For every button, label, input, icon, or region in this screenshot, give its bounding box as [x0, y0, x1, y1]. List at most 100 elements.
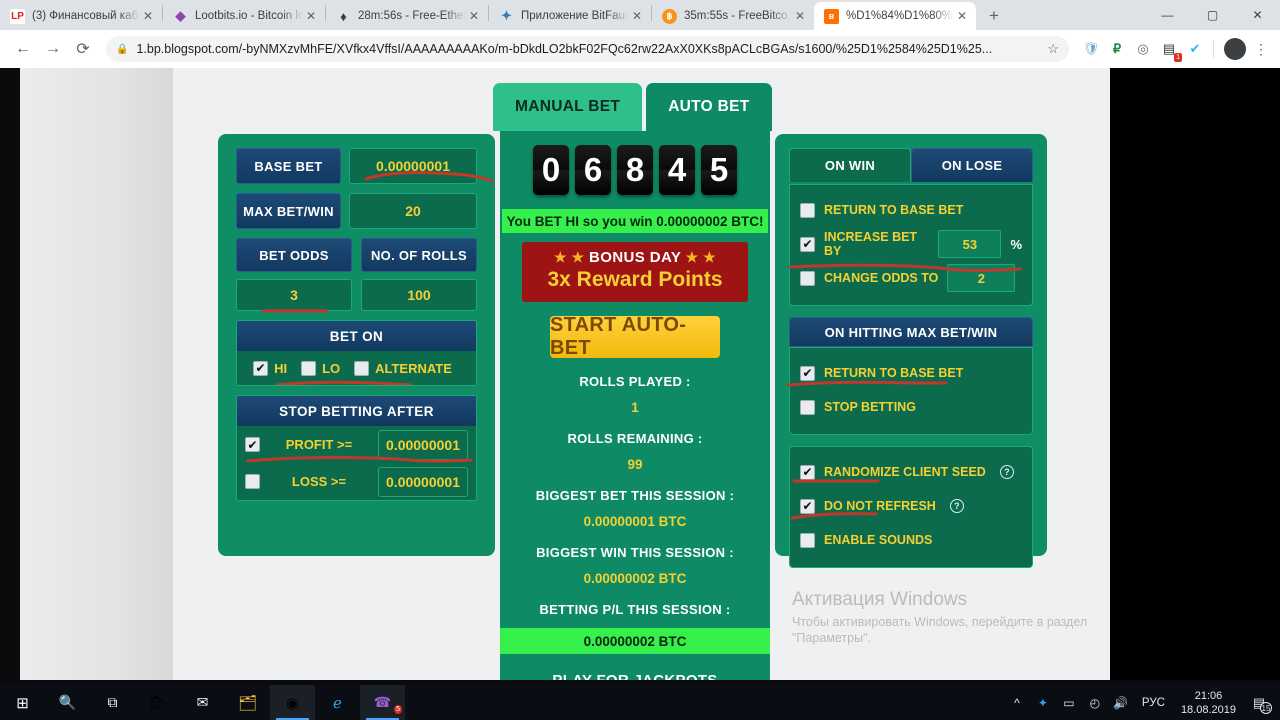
page-viewport: MANUAL BET AUTO BET BASE BET 0.00000001 …: [20, 68, 1110, 680]
checkbox-randomize-client-seed[interactable]: ✔: [800, 464, 815, 480]
browser-tab-5-active[interactable]: в %D1%84%D1%80%D0 ✕: [814, 2, 976, 30]
start-icon[interactable]: ⊞: [0, 685, 45, 720]
mail-icon[interactable]: ✉: [180, 685, 225, 720]
task-view-icon[interactable]: ⧉: [90, 685, 135, 720]
store-icon[interactable]: 🛍: [135, 685, 180, 720]
play-for-jackpots-label[interactable]: PLAY FOR JACKPOTS: [500, 672, 770, 680]
checkbox-alternate[interactable]: [354, 360, 370, 376]
checkbox-do-not-refresh[interactable]: ✔: [800, 498, 815, 514]
checkbox-max-return-to-base-bet[interactable]: ✔: [800, 365, 815, 381]
checkbox-increase-bet-by[interactable]: ✔: [800, 236, 815, 252]
tab-close-icon[interactable]: ✕: [303, 10, 319, 22]
auto-bet-center-panel: 0 6 8 4 5 You BET HI so you win 0.000000…: [500, 131, 770, 680]
action-center-icon[interactable]: ▤ 15: [1244, 685, 1274, 720]
help-icon[interactable]: ?: [949, 499, 964, 513]
star-icon: ★: [703, 249, 717, 265]
profile-avatar[interactable]: [1224, 38, 1246, 60]
bet-odds-input[interactable]: 3: [236, 279, 352, 311]
tab-close-icon[interactable]: ✕: [466, 10, 482, 22]
bluetooth-icon[interactable]: ✦: [1030, 685, 1056, 720]
tab-close-icon[interactable]: ✕: [792, 10, 808, 22]
adblock-icon[interactable]: 🛡: [1079, 37, 1103, 61]
rolls-remaining-value: 99: [627, 457, 643, 472]
viber-icon[interactable]: ☎ 5: [360, 685, 405, 720]
language-indicator[interactable]: РУС: [1134, 697, 1173, 709]
bonus-reward-text: 3x Reward Points: [547, 268, 723, 291]
browser-tab-3[interactable]: ✦ Приложение BitFaucet ✕: [489, 2, 651, 30]
bet-mode-tabs: MANUAL BET AUTO BET: [493, 81, 1053, 131]
biggest-win-label: BIGGEST WIN THIS SESSION :: [536, 545, 734, 560]
tab-favicon-lootbits: ◆: [175, 8, 186, 23]
bet-odds-group: BET ODDS 3: [236, 238, 352, 311]
checkbox-return-to-base-bet[interactable]: [800, 202, 815, 218]
max-bet-win-input[interactable]: 20: [349, 193, 477, 229]
checkbox-loss[interactable]: [245, 474, 260, 489]
tab-auto-bet[interactable]: AUTO BET: [646, 83, 772, 131]
tab-close-icon[interactable]: ✕: [140, 10, 156, 22]
checkbox-hi[interactable]: ✔: [253, 360, 269, 376]
bet-on-label-alternate: ALTERNATE: [375, 360, 452, 376]
help-icon[interactable]: ?: [999, 465, 1014, 479]
edge-icon[interactable]: ℯ: [315, 685, 360, 720]
tab-on-win[interactable]: ON WIN: [789, 148, 911, 182]
battery-icon[interactable]: ▭: [1056, 685, 1082, 720]
download-icon[interactable]: ▤ 1: [1157, 37, 1182, 62]
chrome-icon[interactable]: ◉: [270, 685, 315, 720]
browser-tab-0[interactable]: LP (3) Финансовый кабин ✕: [0, 2, 162, 30]
tab-close-icon[interactable]: ✕: [954, 10, 970, 22]
browser-tab-1[interactable]: ◆ Lootbits.io - Bitcoin loo ✕: [163, 2, 325, 30]
volume-icon[interactable]: 🔊: [1108, 685, 1134, 720]
forward-icon[interactable]: →: [38, 34, 68, 64]
change-odds-to-input[interactable]: 2: [947, 264, 1016, 292]
ruble-icon[interactable]: ₽: [1105, 37, 1129, 61]
stop-loss-row: LOSS >= 0.00000001: [237, 463, 476, 500]
loss-input[interactable]: 0.00000001: [378, 466, 468, 497]
reload-icon[interactable]: ⟳: [68, 34, 98, 64]
betting-pl-value: 0.00000002 BTC: [500, 628, 770, 654]
digit-3: 4: [659, 145, 695, 195]
browser-tab-2[interactable]: ♦ 28m:56s - Free-Ethereu ✕: [326, 2, 488, 30]
circle-icon[interactable]: ◎: [1131, 37, 1155, 61]
biggest-bet-label: BIGGEST BET THIS SESSION :: [535, 488, 735, 503]
no-of-rolls-input[interactable]: 100: [361, 279, 477, 311]
explorer-icon[interactable]: 🗂: [225, 685, 270, 720]
base-bet-input[interactable]: 0.00000001: [349, 148, 477, 184]
back-icon[interactable]: ←: [8, 34, 38, 64]
tab-manual-bet[interactable]: MANUAL BET: [493, 83, 643, 131]
checkbox-enable-sounds[interactable]: [800, 532, 815, 548]
browser-tab-4[interactable]: ฿ 35m:55s - FreeBitco.in ✕: [652, 2, 814, 30]
profit-input[interactable]: 0.00000001: [378, 429, 468, 460]
tab-title: (3) Финансовый кабин: [32, 10, 140, 22]
digit-0: 0: [533, 145, 569, 195]
bet-on-options: ✔ HI LO ALTERNATE: [237, 351, 476, 385]
new-tab-button[interactable]: +: [980, 2, 1008, 30]
return-to-base-bet-row: RETURN TO BASE BET: [800, 193, 1022, 227]
star-icon: ★: [553, 249, 567, 265]
bookmark-star-icon[interactable]: ☆: [1047, 41, 1059, 57]
action-center-count: 15: [1260, 702, 1272, 714]
window-maximize-button[interactable]: ▢: [1190, 0, 1235, 30]
window-close-button[interactable]: ✕: [1235, 0, 1280, 30]
stop-betting-row: STOP BETTING: [800, 390, 1022, 424]
tray-chevron-icon[interactable]: ^: [1004, 685, 1030, 720]
increase-bet-by-input[interactable]: 53: [938, 230, 1002, 258]
checkbox-profit[interactable]: ✔: [245, 437, 260, 452]
on-hitting-max-box: ✔ RETURN TO BASE BET STOP BETTING: [786, 347, 1033, 435]
change-odds-to-row: CHANGE ODDS TO 2: [800, 261, 1022, 295]
tab-on-lose[interactable]: ON LOSE: [911, 148, 1033, 182]
checkbox-lo[interactable]: [301, 360, 317, 376]
tab-close-icon[interactable]: ✕: [629, 10, 645, 22]
window-minimize-button[interactable]: —: [1145, 0, 1190, 30]
do-not-refresh-row: ✔ DO NOT REFRESH ?: [800, 489, 1022, 523]
start-auto-bet-button[interactable]: START AUTO-BET: [550, 314, 720, 359]
screen: LP (3) Финансовый кабин ✕ ◆ Lootbits.io …: [0, 0, 1280, 720]
checkbox-stop-betting[interactable]: [800, 399, 815, 415]
chrome-menu-icon[interactable]: ⋮: [1250, 41, 1272, 58]
clock[interactable]: 21:06 18.08.2019: [1173, 689, 1244, 717]
shield-icon[interactable]: ✔: [1183, 37, 1207, 61]
wifi-icon[interactable]: ◴: [1082, 685, 1108, 720]
checkbox-change-odds-to[interactable]: [800, 270, 815, 286]
browser-toolbar: ← → ⟳ 🔒 1.bp.blogspot.com/-byNMXzvMhFE/X…: [0, 30, 1280, 68]
address-bar[interactable]: 🔒 1.bp.blogspot.com/-byNMXzvMhFE/XVfkx4V…: [106, 36, 1069, 62]
search-icon[interactable]: 🔍: [45, 685, 90, 720]
